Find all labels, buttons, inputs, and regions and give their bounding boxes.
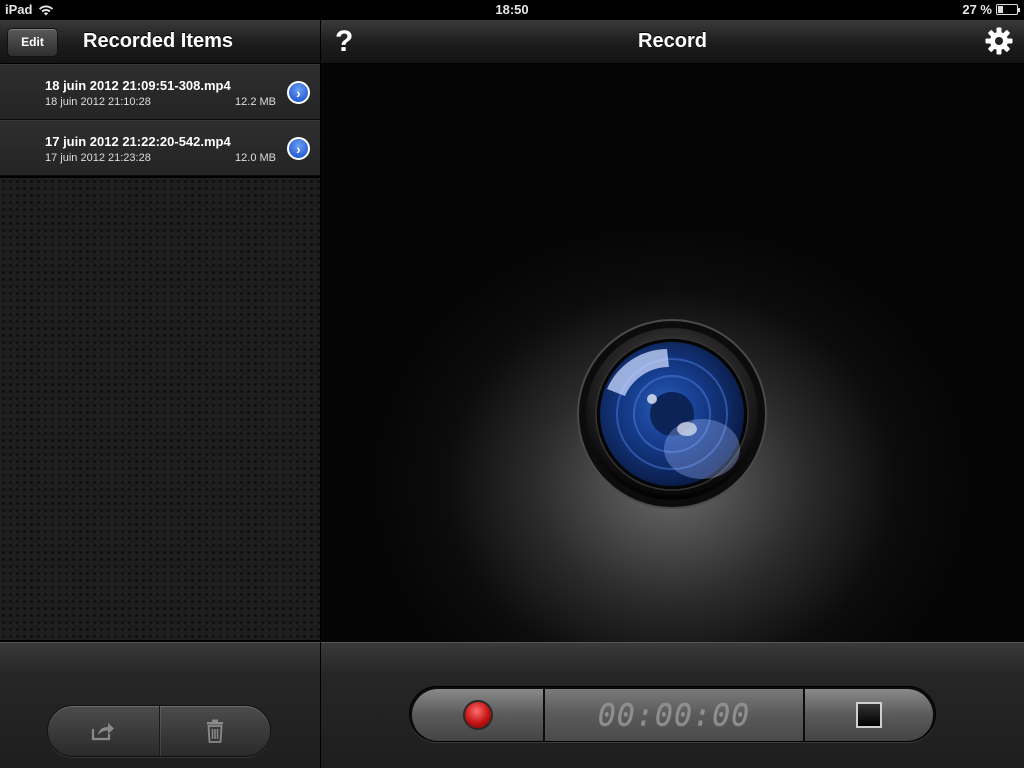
empty-list-background xyxy=(0,178,320,640)
item-date: 18 juin 2012 21:10:28 xyxy=(45,96,151,108)
share-icon xyxy=(92,723,115,741)
settings-button[interactable] xyxy=(984,26,1014,62)
stop-button[interactable] xyxy=(805,689,933,741)
gear-icon xyxy=(985,27,1013,55)
camera-lens-icon xyxy=(577,319,767,509)
list-item[interactable]: 17 juin 2012 21:22:20-542.mp4 17 juin 20… xyxy=(0,120,320,176)
item-size: 12.2 MB xyxy=(235,96,276,108)
status-bar: iPad 18:50 27 % xyxy=(0,0,1024,20)
item-size: 12.0 MB xyxy=(235,152,276,164)
record-controls: 00:00:00 xyxy=(409,686,936,742)
record-title: Record xyxy=(638,30,707,52)
trash-icon xyxy=(206,719,223,743)
recorded-items-pane: Edit Recorded Items 18 juin 2012 21:09:5… xyxy=(0,20,320,768)
item-filename: 18 juin 2012 21:09:51-308.mp4 xyxy=(45,78,231,93)
battery-percent: 27 % xyxy=(962,2,992,17)
battery-fill xyxy=(998,6,1003,13)
timer-display: 00:00:00 xyxy=(545,689,803,741)
battery-icon xyxy=(996,4,1020,15)
status-right: 27 % xyxy=(962,2,1020,17)
record-icon xyxy=(462,700,493,730)
status-time: 18:50 xyxy=(495,2,529,17)
recorded-items-title: Recorded Items xyxy=(83,30,234,52)
left-toolbar xyxy=(0,642,320,768)
record-pane: ? Record 00:00:00 xyxy=(321,20,1024,768)
item-date: 17 juin 2012 21:23:28 xyxy=(45,152,151,164)
record-toolbar: 00:00:00 xyxy=(321,642,1024,768)
disclosure-icon[interactable]: › xyxy=(287,137,310,160)
edit-button[interactable]: Edit xyxy=(7,28,58,57)
left-navbar: Edit Recorded Items xyxy=(0,20,320,64)
recorded-items-list: 18 juin 2012 21:09:51-308.mp4 18 juin 20… xyxy=(0,64,320,176)
record-button[interactable] xyxy=(412,689,543,741)
item-filename: 17 juin 2012 21:22:20-542.mp4 xyxy=(45,134,231,149)
file-actions xyxy=(47,705,271,757)
share-button[interactable] xyxy=(48,706,159,756)
stop-icon xyxy=(856,702,882,728)
disclosure-icon[interactable]: › xyxy=(287,81,310,104)
list-item[interactable]: 18 juin 2012 21:09:51-308.mp4 18 juin 20… xyxy=(0,64,320,120)
right-navbar: ? Record xyxy=(321,20,1024,64)
delete-button[interactable] xyxy=(158,706,271,756)
camera-stage xyxy=(321,64,1024,642)
